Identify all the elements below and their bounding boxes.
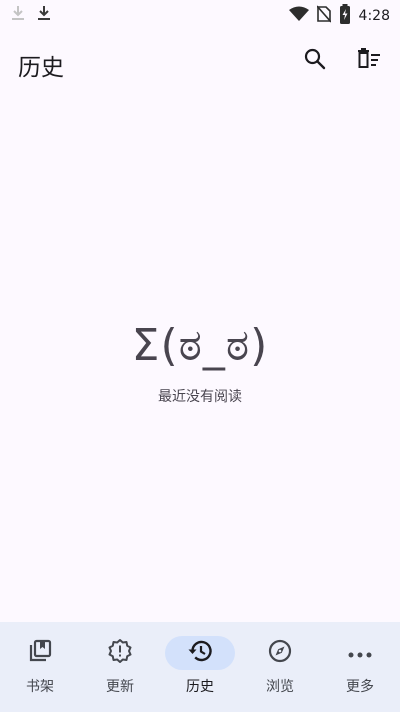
nav-item-more[interactable]: 更多 bbox=[320, 622, 400, 712]
nav-label-library: 书架 bbox=[26, 679, 54, 695]
nav-item-browse[interactable]: 浏览 bbox=[240, 622, 320, 712]
nav-label-more: 更多 bbox=[346, 679, 374, 695]
nav-label-updates: 更新 bbox=[106, 679, 134, 695]
more-horiz-icon bbox=[348, 644, 372, 663]
status-time: 4:28 bbox=[358, 8, 390, 24]
bottom-navigation: 书架 更新 历史 浏览 更多 bbox=[0, 622, 400, 712]
empty-message: 最近没有阅读 bbox=[158, 389, 242, 405]
history-screen: 4:28 历史 Σ(ಠ_ಠ) 最近没有阅读 书架 更新 历史 浏览 更多 bbox=[0, 0, 400, 712]
nav-label-browse: 浏览 bbox=[266, 679, 294, 695]
history-icon bbox=[187, 639, 213, 667]
compass-icon bbox=[268, 639, 292, 667]
empty-kaomoji: Σ(ಠ_ಠ) bbox=[131, 320, 269, 371]
page-title: 历史 bbox=[18, 55, 64, 81]
library-icon bbox=[28, 639, 52, 667]
status-bar: 4:28 bbox=[0, 0, 400, 28]
clear-history-button[interactable] bbox=[356, 48, 382, 74]
battery-charging-icon bbox=[339, 4, 351, 28]
nav-item-library[interactable]: 书架 bbox=[0, 622, 80, 712]
no-sim-icon bbox=[315, 5, 332, 27]
nav-label-history: 历史 bbox=[186, 679, 214, 695]
active-indicator bbox=[165, 636, 235, 670]
empty-state: Σ(ಠ_ಠ) 最近没有阅读 bbox=[0, 316, 400, 406]
wifi-icon bbox=[288, 6, 309, 26]
download-dim-icon bbox=[10, 4, 26, 26]
app-bar: 历史 bbox=[0, 28, 400, 96]
nav-item-updates[interactable]: 更新 bbox=[80, 622, 160, 712]
updates-badge-icon bbox=[107, 638, 133, 668]
nav-item-history[interactable]: 历史 bbox=[160, 622, 240, 712]
search-icon bbox=[304, 48, 326, 74]
search-button[interactable] bbox=[302, 48, 328, 74]
download-icon bbox=[36, 4, 52, 26]
delete-history-icon bbox=[357, 48, 381, 74]
